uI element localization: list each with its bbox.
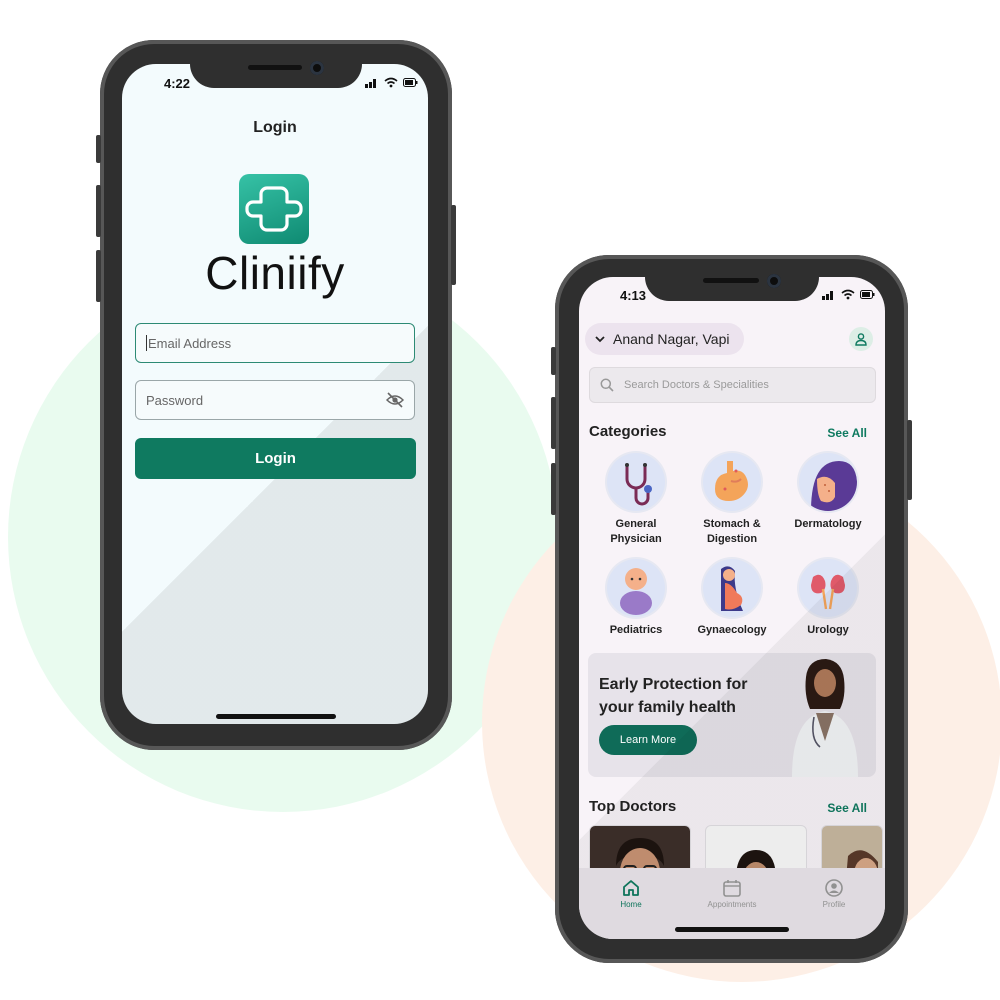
banner-headline: Early Protection for your family health (599, 673, 747, 719)
screen-glare (122, 234, 428, 724)
category-label: Dermatology (794, 518, 862, 530)
status-time: 4:13 (620, 288, 647, 303)
tab-label: Home (620, 900, 642, 909)
phone-side-button (551, 347, 556, 375)
learn-more-button[interactable]: Learn More (599, 725, 697, 755)
top-doctors-heading: Top Doctors (589, 798, 677, 815)
category-label: Digestion (706, 533, 758, 545)
home-indicator (216, 714, 336, 719)
phone-side-button (96, 135, 101, 163)
dermatology-icon (799, 453, 857, 511)
category-label: Pediatrics (609, 624, 663, 636)
front-camera (767, 274, 781, 288)
home-indicator (675, 927, 789, 932)
speaker-grille (248, 65, 302, 70)
phone-volume-up-button (551, 397, 556, 449)
login-phone-mockup: 4:22 Login Cliniify Email Address Passwo… (96, 40, 456, 750)
banner-line-1: Early Protection for (599, 676, 748, 693)
search-icon (600, 378, 614, 392)
phone-volume-up-button (96, 185, 101, 237)
signal-icon (822, 290, 833, 300)
brand-name: Cliniify (205, 247, 345, 299)
login-screen: 4:22 Login Cliniify Email Address Passwo… (122, 64, 428, 724)
home-screen: 4:13 Anand Nagar, Vapi Search Doctors & … (579, 277, 885, 939)
category-label: Urology (807, 624, 849, 636)
chevron-down-icon (595, 335, 605, 342)
user-icon (855, 333, 867, 346)
profile-icon (825, 879, 843, 897)
phone-notch (645, 273, 819, 301)
calendar-icon (723, 880, 741, 897)
email-field[interactable]: Email Address (135, 323, 415, 363)
login-button[interactable]: Login (135, 438, 416, 479)
top-doctors-see-all-link[interactable]: See All (827, 801, 867, 815)
status-time: 4:22 (164, 76, 191, 91)
stomach-icon (703, 453, 761, 511)
tab-label: Profile (822, 900, 846, 909)
battery-icon (860, 290, 875, 299)
medical-cross-icon (245, 186, 303, 232)
front-camera (310, 61, 324, 75)
signal-icon (365, 78, 376, 88)
search-placeholder: Search Doctors & Specialities (624, 379, 769, 391)
tab-label: Appointments (707, 900, 757, 909)
page-title: Login (253, 119, 297, 136)
category-pediatrics[interactable]: Pediatrics (591, 559, 681, 638)
categories-see-all-link[interactable]: See All (827, 426, 867, 440)
tab-appointments[interactable]: Appointments (692, 878, 772, 909)
category-stomach-digestion[interactable]: Stomach & Digestion (687, 453, 777, 547)
phone-volume-down-button (551, 463, 556, 515)
category-dermatology[interactable]: Dermatology (783, 453, 873, 532)
doctor-photo (792, 659, 858, 777)
phone-volume-down-button (96, 250, 101, 302)
banner-line-2: your family health (599, 699, 736, 716)
tab-home[interactable]: Home (591, 878, 671, 909)
phone-power-button (451, 205, 456, 285)
category-urology[interactable]: Urology (783, 559, 873, 638)
kidney-icon (799, 559, 857, 617)
status-icons (365, 77, 418, 88)
text-cursor (146, 335, 147, 351)
battery-icon (403, 78, 418, 87)
category-general-physician[interactable]: General Physician (591, 453, 681, 547)
user-profile-button[interactable] (849, 327, 873, 351)
phone-notch (190, 60, 362, 88)
category-label: General (615, 518, 657, 530)
wifi-icon (841, 289, 855, 300)
category-gynaecology[interactable]: Gynaecology (687, 559, 777, 638)
search-input[interactable]: Search Doctors & Specialities (589, 367, 876, 403)
location-label: Anand Nagar, Vapi (613, 331, 730, 347)
categories-heading: Categories (589, 423, 667, 440)
category-label: Stomach & (703, 518, 761, 530)
phone-power-button (907, 420, 912, 500)
password-field[interactable]: Password (135, 380, 415, 420)
email-placeholder: Email Address (148, 335, 232, 351)
tab-profile[interactable]: Profile (794, 878, 874, 909)
home-icon (623, 880, 639, 896)
category-label: Gynaecology (697, 624, 767, 636)
promo-banner: Early Protection for your family health … (588, 653, 876, 777)
cliniify-logo (239, 174, 309, 244)
home-phone-mockup: 4:13 Anand Nagar, Vapi Search Doctors & … (551, 255, 912, 963)
stethoscope-icon (607, 453, 665, 511)
status-icons (822, 289, 875, 300)
eye-off-icon[interactable] (386, 392, 404, 408)
baby-icon (607, 559, 665, 617)
category-label: Physician (610, 533, 662, 545)
location-selector[interactable]: Anand Nagar, Vapi (585, 323, 744, 355)
password-placeholder: Password (146, 392, 204, 408)
speaker-grille (703, 278, 759, 283)
pregnant-woman-icon (703, 559, 761, 617)
wifi-icon (384, 77, 398, 88)
